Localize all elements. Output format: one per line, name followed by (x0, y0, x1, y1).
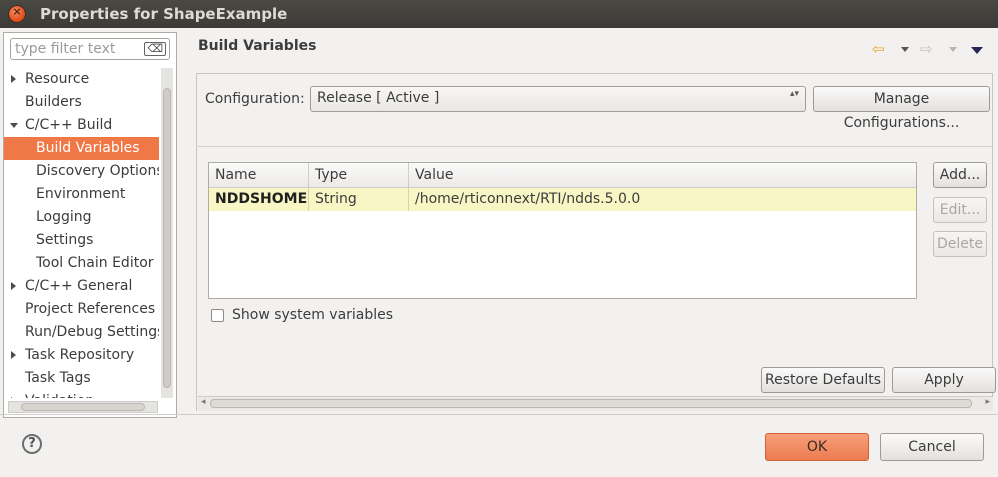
column-header-type[interactable]: Type (309, 163, 409, 187)
configuration-select[interactable]: Release [ Active ] ▴▾ (310, 86, 806, 112)
tree-item-label: Validation (25, 390, 94, 398)
tree-item[interactable]: Settings (4, 229, 159, 252)
scrollbar-thumb[interactable] (210, 399, 972, 408)
tree-item-label: C/C++ Build (25, 117, 113, 133)
cell-value: /home/rticonnext/RTI/ndds.5.0.0 (415, 191, 641, 207)
tree-item[interactable]: Task Repository (4, 344, 159, 367)
column-header-name[interactable]: Name (209, 163, 309, 187)
window-title: Properties for ShapeExample (40, 5, 288, 23)
tree-item-label: Logging (36, 209, 92, 225)
navigation-pane: type filter text ⌫ Resource Builders C/C++… (3, 32, 177, 418)
scroll-right-icon[interactable]: ▸ (985, 397, 990, 407)
cancel-button[interactable]: Cancel (880, 433, 984, 461)
collapse-arrow-icon[interactable] (11, 282, 16, 290)
filter-placeholder: type filter text (15, 41, 116, 57)
page-title: Build Variables (198, 38, 317, 54)
back-dropdown-icon[interactable] (901, 47, 909, 52)
forward-dropdown-icon[interactable] (949, 47, 957, 52)
scroll-left-icon[interactable]: ◂ (201, 397, 206, 407)
tree-item[interactable]: Environment (4, 183, 159, 206)
scrollbar-thumb[interactable] (21, 403, 145, 411)
title-bar: × Properties for ShapeExample (0, 0, 998, 28)
back-arrow-icon[interactable]: ⇦ (872, 40, 885, 58)
expand-arrow-icon[interactable] (10, 123, 18, 128)
spinner-icon: ▴▾ (789, 89, 799, 99)
tree-item[interactable]: Run/Debug Settings (4, 321, 159, 344)
add-button[interactable]: Add... (933, 162, 987, 188)
manage-configurations-button[interactable]: Manage Configurations... (813, 86, 990, 131)
tree-item-label: Run/Debug Settings (25, 324, 159, 340)
footer-divider (0, 414, 998, 415)
tree-horizontal-scrollbar[interactable] (8, 401, 158, 413)
variables-table: Name Type Value NDDSHOME String /home/rt… (208, 162, 917, 299)
close-icon: × (12, 5, 22, 18)
collapse-arrow-icon[interactable] (11, 397, 16, 398)
cell-name: NDDSHOME (209, 188, 309, 211)
tree-item[interactable]: C/C++ General (4, 275, 159, 298)
collapse-arrow-icon[interactable] (11, 351, 16, 359)
tree-item-label: C/C++ General (25, 278, 133, 294)
show-system-variables-checkbox[interactable] (211, 309, 224, 322)
tree-item-label: Settings (36, 232, 94, 248)
tree-item[interactable]: Logging (4, 206, 159, 229)
clear-icon[interactable]: ⌫ (144, 42, 166, 56)
separator (198, 146, 993, 147)
tree-item-label: Task Repository (25, 347, 135, 363)
collapse-arrow-icon[interactable] (11, 75, 16, 83)
tree-item-label: Tool Chain Editor (36, 255, 154, 271)
show-system-variables-label: Show system variables (232, 307, 394, 323)
scrollbar-thumb[interactable] (163, 88, 171, 388)
window-close-button[interactable]: × (9, 5, 25, 22)
view-menu-icon[interactable] (971, 47, 983, 54)
tree-item[interactable]: Discovery Options (4, 160, 159, 183)
delete-button[interactable]: Delete (933, 231, 987, 257)
tree-item-label: Project References (25, 301, 156, 317)
tree-item[interactable]: C/C++ Build (4, 114, 159, 137)
tree-item-label: Build Variables (36, 140, 140, 156)
tree-item[interactable]: Build Variables (4, 137, 159, 160)
configuration-value: Release [ Active ] (317, 90, 440, 106)
ok-button[interactable]: OK (765, 433, 869, 461)
cell-type: String (309, 188, 409, 211)
edit-button[interactable]: Edit... (933, 197, 987, 223)
panel-horizontal-scrollbar[interactable]: ◂ ▸ (198, 396, 993, 411)
tree-item-label: Task Tags (25, 370, 91, 386)
help-icon[interactable]: ? (22, 434, 42, 454)
property-tree: Resource Builders C/C++ Build Build Variabl… (4, 68, 159, 398)
filter-input[interactable]: type filter text ⌫ (10, 38, 170, 60)
configuration-label: Configuration: (205, 91, 305, 107)
restore-defaults-button[interactable]: Restore Defaults (761, 367, 885, 393)
table-row[interactable]: NDDSHOME String /home/rticonnext/RTI/ndd… (209, 188, 916, 211)
tree-item-label: Builders (25, 94, 82, 110)
tree-item[interactable]: Tool Chain Editor (4, 252, 159, 275)
tree-item-label: Discovery Options (36, 163, 159, 179)
tree-item[interactable]: Project References (4, 298, 159, 321)
column-header-value[interactable]: Value (409, 163, 916, 187)
tree-item-label: Resource (25, 71, 90, 87)
tree-item[interactable]: Resource (4, 68, 159, 91)
apply-button[interactable]: Apply (892, 367, 996, 393)
forward-arrow-icon[interactable]: ⇨ (920, 40, 933, 58)
tree-item[interactable]: Validation (4, 390, 159, 398)
tree-item[interactable]: Builders (4, 91, 159, 114)
tree-item[interactable]: Task Tags (4, 367, 159, 390)
tree-item-label: Environment (36, 186, 126, 202)
tree-vertical-scrollbar[interactable] (161, 68, 173, 398)
table-header: Name Type Value (209, 163, 916, 188)
